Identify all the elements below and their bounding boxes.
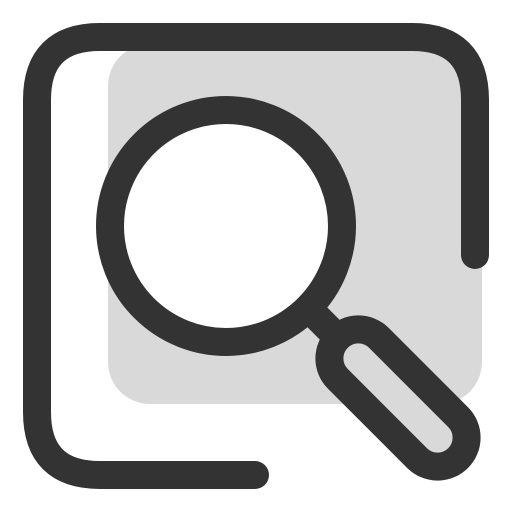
search-in-frame-icon — [23, 23, 489, 489]
icon-canvas — [0, 0, 512, 512]
